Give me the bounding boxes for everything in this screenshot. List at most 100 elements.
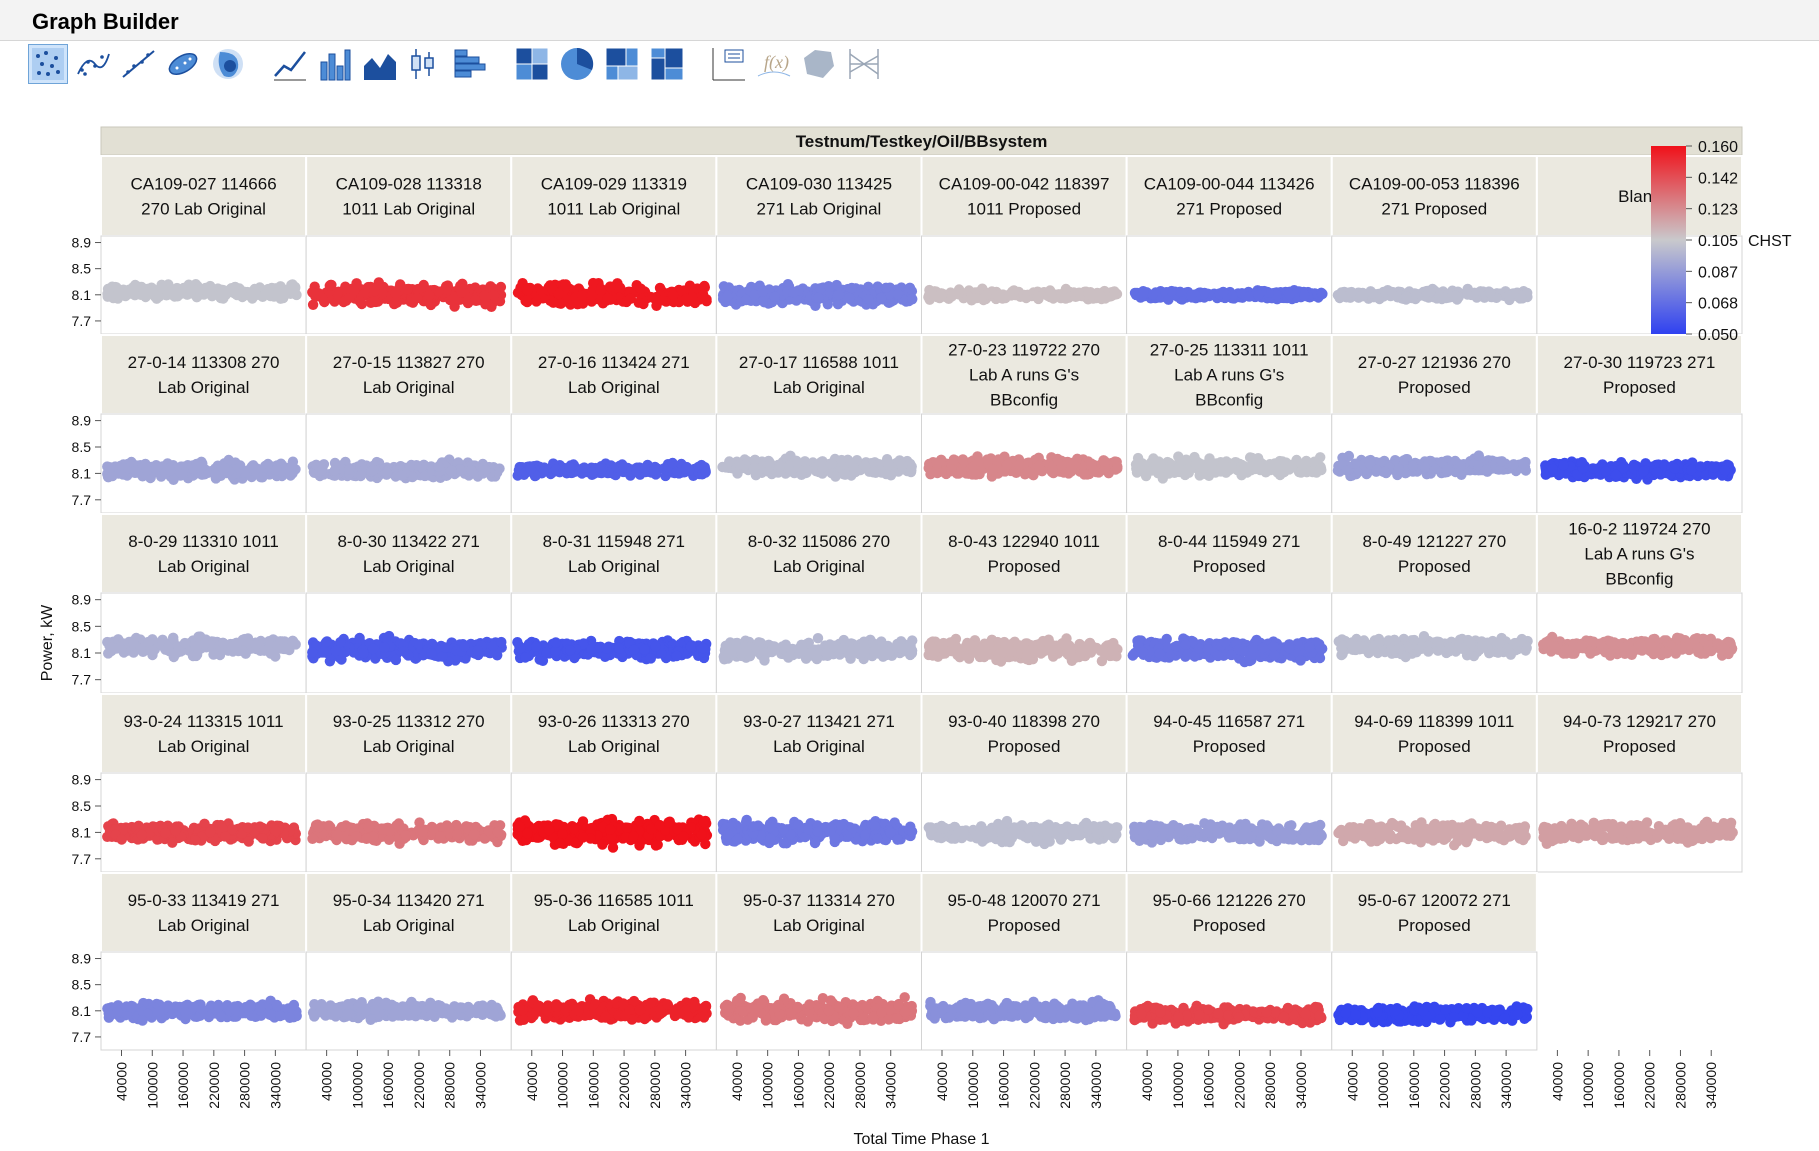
data-point xyxy=(1393,463,1404,475)
panel-label-line: 27-0-23 119722 270 xyxy=(948,341,1100,360)
data-point xyxy=(457,278,468,289)
panel-header xyxy=(305,513,513,594)
data-point xyxy=(141,288,152,300)
panel-label-line: Lab Original xyxy=(568,557,660,576)
panel-label-line: 270 Lab Original xyxy=(141,200,266,219)
data-point xyxy=(398,646,410,657)
data-point xyxy=(787,287,799,298)
data-point xyxy=(722,291,733,302)
panel-label-line: Lab Original xyxy=(568,378,660,397)
data-point xyxy=(141,465,153,476)
data-point xyxy=(210,469,221,480)
data-point xyxy=(525,463,536,475)
data-point xyxy=(1001,459,1013,470)
data-point xyxy=(796,469,807,480)
data-point xyxy=(667,289,679,301)
data-point xyxy=(1401,291,1412,302)
data-point xyxy=(390,288,401,299)
data-point xyxy=(368,464,379,476)
data-point xyxy=(1060,293,1071,304)
panel-label-line: 271 Lab Original xyxy=(757,200,882,219)
data-point xyxy=(845,457,857,469)
data-point xyxy=(1140,470,1152,482)
data-point xyxy=(439,642,451,653)
data-point xyxy=(1358,289,1369,300)
data-point xyxy=(355,470,367,481)
data-point xyxy=(896,460,908,471)
data-point xyxy=(1236,470,1247,481)
panel-label-line: 271 Proposed xyxy=(1381,200,1487,219)
data-point xyxy=(1516,292,1527,304)
data-point xyxy=(833,289,844,301)
data-point xyxy=(318,647,329,658)
data-point xyxy=(318,296,330,307)
panel: CA109-027 114666270 Lab Original xyxy=(100,155,308,335)
data-point xyxy=(1284,289,1295,300)
data-point xyxy=(628,644,640,655)
data-point xyxy=(586,643,597,655)
data-point xyxy=(880,282,892,293)
data-point xyxy=(815,283,826,294)
panel-header xyxy=(1330,334,1538,415)
data-point xyxy=(631,280,642,291)
data-point xyxy=(602,293,614,304)
data-point xyxy=(531,296,542,307)
panel-plot-frame xyxy=(1126,235,1333,335)
panel-label-line: CA109-00-042 118397 xyxy=(939,175,1110,194)
data-point xyxy=(199,639,210,650)
data-point xyxy=(906,293,918,304)
data-point xyxy=(367,643,379,654)
data-point xyxy=(550,637,561,648)
data-point xyxy=(1425,286,1436,297)
data-point xyxy=(953,289,964,300)
data-point xyxy=(969,293,981,304)
panel-label-line: Lab A runs G's xyxy=(969,366,1079,385)
data-point xyxy=(180,282,191,293)
panel: 27-0-16 113424 271Lab Original xyxy=(510,334,718,514)
panel-label-line: 1011 Lab Original xyxy=(547,200,680,219)
data-point xyxy=(982,454,993,465)
panel-label-line: Lab Original xyxy=(158,378,250,397)
data-point xyxy=(1253,289,1264,301)
data-point xyxy=(1191,458,1202,470)
data-point xyxy=(1264,459,1276,470)
data-point xyxy=(335,637,346,648)
panel-header xyxy=(1125,155,1333,237)
data-point xyxy=(329,465,340,476)
data-point xyxy=(1032,291,1044,303)
data-point xyxy=(107,470,118,482)
data-point xyxy=(1085,459,1097,470)
data-point xyxy=(446,465,457,477)
panel-label-line: 8-0-32 115086 270 xyxy=(748,532,890,551)
panel-label-line: 27-0-25 113311 1011 xyxy=(1150,341,1309,360)
data-point xyxy=(1473,450,1485,461)
data-point xyxy=(1299,290,1310,302)
panel: 27-0-25 113311 1011Lab A runs G'sBBconfi… xyxy=(1125,334,1333,514)
data-point xyxy=(358,647,369,659)
data-point xyxy=(179,637,191,649)
data-point xyxy=(826,458,837,469)
panel: 27-0-17 116588 1011Lab Original xyxy=(715,334,923,514)
panel-label-line: CA109-00-053 118396 xyxy=(1349,175,1520,194)
data-point xyxy=(351,278,362,289)
panel-label-line: Lab Original xyxy=(158,557,250,576)
data-point xyxy=(1419,462,1431,473)
data-point xyxy=(106,642,117,653)
data-point xyxy=(967,469,978,480)
data-point xyxy=(1651,467,1663,478)
panel: 8-0-31 115948 271Lab Original xyxy=(510,513,718,694)
data-point xyxy=(595,463,606,474)
data-point xyxy=(697,643,709,654)
data-point xyxy=(262,458,274,470)
data-point xyxy=(763,466,774,477)
data-point xyxy=(1163,468,1175,479)
data-point xyxy=(272,288,283,299)
panel-label-line: BBconfig xyxy=(990,391,1058,410)
data-point xyxy=(1638,466,1649,477)
data-point xyxy=(307,647,318,658)
data-point xyxy=(604,281,616,292)
panel-label-line: CA109-030 113425 xyxy=(746,175,892,194)
data-point xyxy=(219,462,231,474)
data-point xyxy=(816,456,827,468)
data-point xyxy=(1150,463,1161,475)
